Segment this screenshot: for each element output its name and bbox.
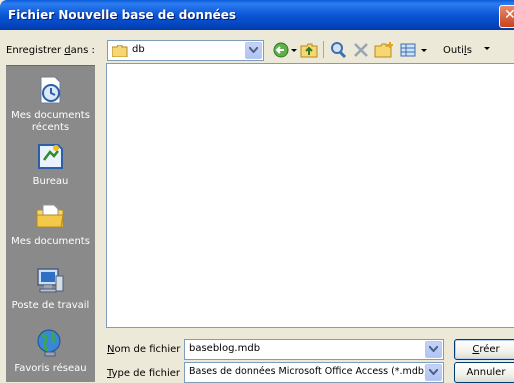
file-list[interactable] [106,63,514,328]
place-label-recent: Mes documents récents [11,110,90,133]
views-dropdown-icon[interactable] [421,41,427,59]
desktop-icon [38,144,63,169]
place-label-desktop: Bureau [32,176,69,187]
filename-value: baseblog.mdb [189,343,261,354]
filename-label: Nom de fichier : [107,344,187,355]
network-places-icon [37,329,61,357]
my-documents-icon [36,204,64,228]
filetype-dropdown[interactable]: Bases de données Microsoft Office Access… [184,362,444,383]
filetype-value: Bases de données Microsoft Office Access… [189,366,428,377]
title-bar: Fichier Nouvelle base de données ✕ [0,0,514,30]
place-my-computer[interactable]: Poste de travail [6,264,95,311]
place-network[interactable]: Favoris réseau [6,327,95,374]
window-title: Fichier Nouvelle base de données [8,8,237,22]
chevron-down-icon[interactable] [245,42,262,59]
close-icon: ✕ [504,7,514,23]
close-button[interactable]: ✕ [499,5,514,28]
tools-menu[interactable]: Outils [443,45,472,56]
place-my-documents[interactable]: Mes documents [6,200,95,247]
create-button[interactable]: Créer [454,339,514,360]
tools-dropdown-icon[interactable] [484,47,490,51]
delete-icon[interactable] [352,41,370,59]
views-icon[interactable] [399,41,417,59]
cancel-button[interactable]: Annuler [454,362,514,383]
place-label-network: Favoris réseau [14,363,87,374]
place-label-my-computer: Poste de travail [11,300,90,311]
filetype-label: Type de fichier : [107,368,187,379]
folder-icon [112,45,128,57]
search-web-icon[interactable] [329,41,347,59]
filename-field[interactable]: baseblog.mdb [184,339,444,360]
new-folder-icon[interactable] [374,41,394,59]
place-desktop[interactable]: Bureau [6,140,95,187]
place-recent-documents[interactable]: Mes documents récents [6,74,95,133]
place-label-my-documents: Mes documents [11,236,90,247]
up-folder-icon[interactable] [300,41,318,59]
save-in-value: db [132,44,145,55]
chevron-down-icon[interactable] [425,364,442,381]
back-dropdown-icon[interactable] [291,41,297,59]
save-in-label: Enregistrer dans : [6,45,95,56]
save-in-dropdown[interactable]: db [107,40,264,61]
chevron-down-icon[interactable] [425,341,442,358]
toolbar-separator [323,41,324,58]
places-bar: Mes documents récents Bureau Mes documen… [6,65,95,382]
my-computer-icon [37,268,64,293]
recent-documents-icon [40,76,61,104]
back-icon[interactable] [272,41,290,59]
